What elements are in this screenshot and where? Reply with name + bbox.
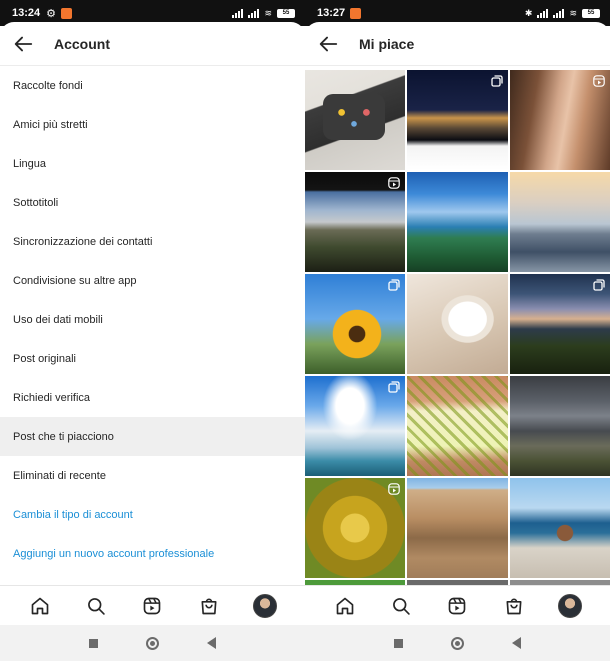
app-notification-icon — [61, 7, 73, 19]
post-thumbnail[interactable] — [510, 376, 610, 476]
post-thumbnail[interactable] — [407, 274, 508, 374]
post-thumbnail[interactable] — [407, 478, 508, 578]
nav-reels[interactable] — [443, 592, 471, 620]
bottom-nav — [305, 585, 610, 625]
back-button[interactable] — [305, 22, 351, 66]
menu-item-lingua[interactable]: Lingua — [0, 144, 305, 183]
home-button[interactable] — [451, 636, 464, 650]
wifi-icon: ≋ — [264, 7, 272, 18]
menu-item-uso-dati-mobili[interactable]: Uso dei dati mobili — [0, 300, 305, 339]
arrow-left-icon — [14, 36, 33, 51]
post-thumbnail[interactable] — [510, 274, 610, 374]
battery-icon: 55 — [582, 8, 600, 18]
post-thumbnail[interactable] — [510, 478, 610, 578]
home-icon — [31, 597, 49, 614]
home-button[interactable] — [146, 636, 159, 650]
nav-shop[interactable] — [195, 592, 223, 620]
nav-home[interactable] — [26, 592, 54, 620]
bluetooth-icon: ✱ — [524, 7, 533, 18]
post-thumbnail[interactable] — [407, 172, 508, 272]
reels-icon — [449, 597, 466, 614]
signal-icon — [232, 8, 244, 18]
recents-button[interactable] — [394, 638, 403, 648]
post-thumbnail[interactable] — [407, 70, 508, 170]
app-notification-icon — [350, 7, 362, 19]
post-thumbnail[interactable] — [510, 172, 610, 272]
multiple-icon — [388, 381, 400, 393]
nav-shop[interactable] — [500, 592, 528, 620]
bottom-nav — [0, 585, 305, 625]
multiple-icon — [388, 279, 400, 291]
system-back-button[interactable] — [207, 637, 216, 649]
menu-item-post-originali[interactable]: Post originali — [0, 339, 305, 378]
status-time: 13:24 — [12, 7, 41, 19]
top-bar: Mi piace — [305, 22, 610, 66]
nav-profile[interactable] — [251, 592, 279, 620]
add-professional-account-link[interactable]: Aggiungi un nuovo account professionale — [0, 534, 305, 573]
shop-icon — [506, 598, 522, 614]
nav-home[interactable] — [331, 592, 359, 620]
menu-item-eliminati-di-recente[interactable]: Eliminati di recente — [0, 456, 305, 495]
nav-profile[interactable] — [556, 592, 584, 620]
account-screen: 13:24 ⚙ ≋ 55 Account Raccolte fondi Amic… — [0, 0, 305, 661]
post-thumbnail[interactable] — [305, 478, 405, 578]
system-nav-bar — [0, 625, 305, 661]
post-thumbnail[interactable] — [305, 172, 405, 272]
arrow-left-icon — [319, 36, 338, 51]
page-title: Account — [54, 35, 110, 52]
top-bar: Account — [0, 22, 305, 66]
system-back-button[interactable] — [512, 637, 521, 649]
signal-icon — [537, 8, 549, 18]
profile-avatar — [557, 593, 582, 618]
status-time: 13:27 — [317, 7, 346, 19]
search-icon — [88, 597, 106, 615]
signal-2-icon — [553, 8, 565, 18]
search-icon — [393, 597, 411, 615]
page-title: Mi piace — [359, 35, 415, 52]
nav-reels[interactable] — [138, 592, 166, 620]
reels-icon — [593, 75, 605, 87]
battery-icon: 55 — [277, 8, 295, 18]
wifi-icon: ≋ — [569, 7, 577, 18]
menu-item-amici-piu-stretti[interactable]: Amici più stretti — [0, 105, 305, 144]
switch-account-type-link[interactable]: Cambia il tipo di account — [0, 495, 305, 534]
menu-item-raccolte-fondi[interactable]: Raccolte fondi — [0, 66, 305, 105]
post-thumbnail[interactable] — [305, 70, 405, 170]
signal-2-icon — [248, 8, 260, 18]
nav-search[interactable] — [82, 592, 110, 620]
recents-button[interactable] — [89, 638, 98, 648]
liked-posts-screen: 13:27 ✱ ≋ 55 Mi piace — [305, 0, 610, 661]
reels-icon — [388, 177, 400, 189]
settings-gear-icon: ⚙ — [46, 7, 57, 20]
post-thumbnail[interactable] — [305, 376, 405, 476]
profile-avatar — [252, 593, 277, 618]
liked-posts-grid — [305, 70, 610, 586]
post-thumbnail[interactable] — [407, 376, 508, 476]
menu-item-condivisione-altre-app[interactable]: Condivisione su altre app — [0, 261, 305, 300]
reels-icon — [388, 483, 400, 495]
home-icon — [336, 597, 354, 614]
menu-item-post-che-ti-piacciono[interactable]: Post che ti piacciono — [0, 417, 305, 456]
post-thumbnail[interactable] — [305, 274, 405, 374]
system-nav-bar — [305, 625, 610, 661]
reels-icon — [144, 597, 161, 614]
post-thumbnail[interactable] — [510, 70, 610, 170]
multiple-icon — [593, 279, 605, 291]
back-button[interactable] — [0, 22, 46, 66]
menu-item-sottotitoli[interactable]: Sottotitoli — [0, 183, 305, 222]
nav-search[interactable] — [387, 592, 415, 620]
multiple-icon — [491, 75, 503, 87]
menu-item-sincronizzazione-contatti[interactable]: Sincronizzazione dei contatti — [0, 222, 305, 261]
shop-icon — [201, 598, 217, 614]
account-menu: Raccolte fondi Amici più stretti Lingua … — [0, 66, 305, 573]
menu-item-richiedi-verifica[interactable]: Richiedi verifica — [0, 378, 305, 417]
